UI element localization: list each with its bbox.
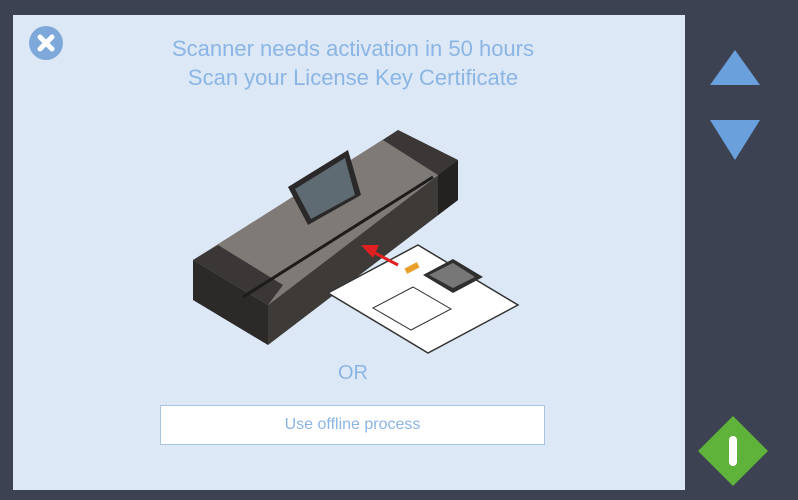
activation-warning: Scanner needs activation in 50 hours xyxy=(171,36,534,61)
triangle-down-icon[interactable] xyxy=(710,120,760,160)
scanner-illustration xyxy=(193,130,520,354)
power-icon[interactable] xyxy=(696,414,770,488)
offline-process-button[interactable]: Use offline process xyxy=(160,405,545,445)
triangle-up-icon[interactable] xyxy=(710,50,760,85)
main-panel: Scanner needs activation in 50 hours Sca… xyxy=(13,15,685,490)
or-separator: OR xyxy=(338,362,368,384)
scan-instruction: Scan your License Key Certificate xyxy=(187,65,519,90)
side-panel xyxy=(685,0,798,500)
